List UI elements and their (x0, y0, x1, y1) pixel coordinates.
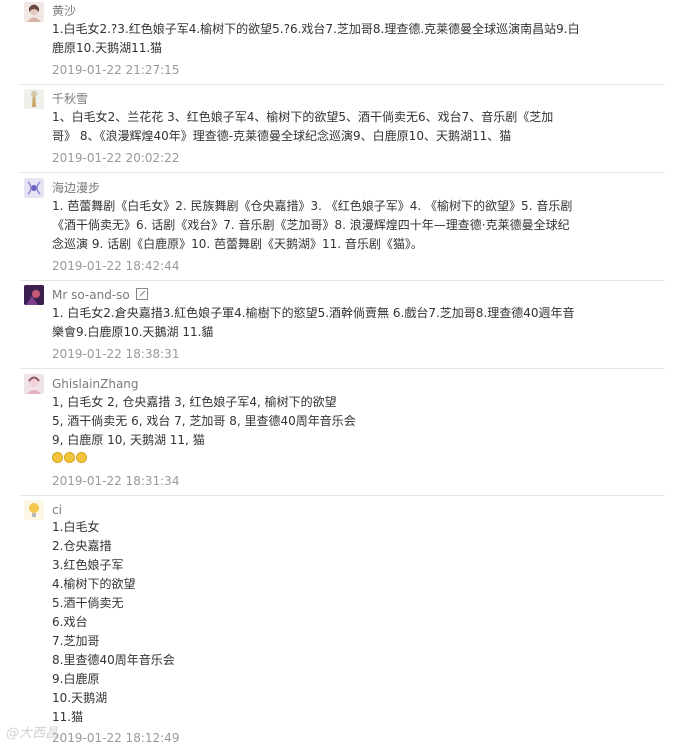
comment-text-line: 5.酒干倘卖无 (52, 596, 124, 610)
comment-divider (20, 368, 665, 369)
laughing-emoji-icon (64, 452, 75, 463)
comment-timestamp: 2019-01-22 18:42:44 (52, 259, 180, 273)
comment-text-line: 1. 芭蕾舞剧《白毛女》2. 民族舞剧《仓央嘉措》3. 《红色娘子军》4. 《榆… (52, 199, 573, 213)
comment-text-line: 9.白鹿原 (52, 672, 100, 686)
comment-text-line: 《酒干倘卖无》6. 话剧《戏台》7. 音乐剧《芝加哥》8. 浪漫辉煌四十年—理查… (52, 218, 570, 232)
comment-timestamp: 2019-01-22 20:02:22 (52, 151, 180, 165)
avatar[interactable] (24, 89, 44, 109)
laughing-emoji-icon (76, 452, 87, 463)
comment-timestamp: 2019-01-22 18:31:34 (52, 474, 180, 488)
comment-text-line: 2.仓央嘉措 (52, 539, 112, 553)
username[interactable]: ci (52, 502, 62, 518)
comment-text-line: 念巡演 9. 话剧《白鹿原》10. 芭蕾舞剧《天鹅湖》11. 音乐剧《猫》。 (52, 237, 423, 251)
watermark: @大西昌 (6, 726, 59, 741)
comment-text-line: 樂會9.白鹿原10.天鵝湖 11.貓 (52, 325, 214, 339)
comment-divider (20, 495, 665, 496)
comment-text-line: 10.天鹅湖 (52, 691, 108, 705)
comment-text-line: 1. 白毛女2.倉央嘉措3.紅色娘子軍4.榆樹下的慾望5.酒幹倘賣無 6.戲台7… (52, 306, 575, 320)
comment-divider (20, 280, 665, 281)
avatar[interactable] (24, 500, 44, 520)
comment-text-line: 哥》 8、《浪漫辉煌40年》理查德-克莱德曼全球纪念巡演9、白鹿原10、天鹅湖1… (52, 129, 512, 143)
avatar[interactable] (24, 285, 44, 305)
laughing-emoji-icon (52, 452, 63, 463)
avatar[interactable] (24, 2, 44, 22)
username[interactable]: 海边漫步 (52, 180, 100, 196)
comment-text-line: 1, 白毛女 2, 仓央嘉措 3, 红色娘子军4, 榆树下的欲望 (52, 395, 337, 409)
comment-text-line: 1、白毛女2、兰花花 3、红色娘子军4、榆树下的欲望5、酒干倘卖无6、戏台7、音… (52, 110, 554, 124)
comment-timestamp: 2019-01-22 18:12:49 (52, 731, 180, 745)
comment-text-line: 9, 白鹿原 10, 天鹅湖 11, 猫 (52, 433, 205, 447)
comment-text-line: 1.白毛女2.?3.红色娘子军4.榆树下的欲望5.?6.戏台7.芝加哥8.理查德… (52, 22, 580, 36)
avatar[interactable] (24, 178, 44, 198)
comment-divider (20, 172, 665, 173)
comment-text-line: 1.白毛女 (52, 520, 100, 534)
username[interactable]: Mr so-and-so (52, 287, 148, 303)
comment-text-line: 3.红色娘子军 (52, 558, 124, 572)
external-link-icon[interactable] (135, 288, 148, 300)
username[interactable]: GhislainZhang (52, 376, 139, 392)
comment-divider (20, 84, 665, 85)
comment-text-line: 5, 酒干倘卖无 6, 戏台 7, 芝加哥 8, 里查德40周年音乐会 (52, 414, 356, 428)
username[interactable]: 黄沙 (52, 3, 76, 19)
username[interactable]: 千秋雪 (52, 91, 88, 107)
username-text[interactable]: Mr so-and-so (52, 288, 130, 302)
avatar[interactable] (24, 374, 44, 394)
comment-text-line: 6.戏台 (52, 615, 88, 629)
comment-text-line: 鹿原10.天鹅湖11.猫 (52, 41, 163, 55)
comment-text-line: 8.里查德40周年音乐会 (52, 653, 175, 667)
comment-text-line: 7.芝加哥 (52, 634, 100, 648)
comment-timestamp: 2019-01-22 18:38:31 (52, 347, 180, 361)
comment-timestamp: 2019-01-22 21:27:15 (52, 63, 180, 77)
comment-text-line: 4.榆树下的欲望 (52, 577, 136, 591)
emoji-row (52, 450, 88, 469)
